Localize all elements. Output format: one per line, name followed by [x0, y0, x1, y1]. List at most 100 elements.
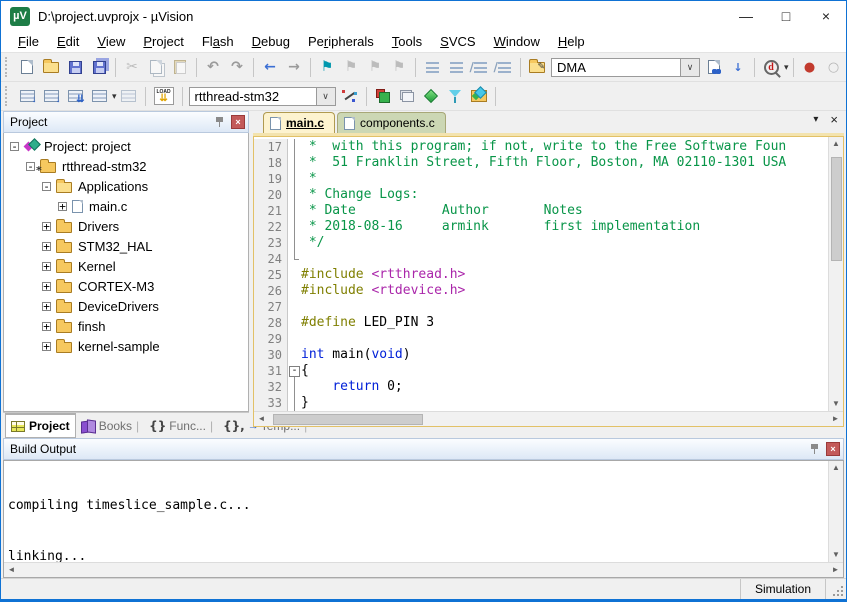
code-view[interactable]: 17 * with this program; if not, write to… [254, 137, 828, 411]
fold-margin[interactable] [288, 267, 301, 283]
tree-item-kernel-sample[interactable]: kernel-sample [4, 336, 248, 356]
scroll-left-icon[interactable]: ◄ [254, 412, 269, 426]
scroll-left-icon[interactable]: ◄ [4, 563, 19, 577]
breakpoint-toggle-button[interactable]: ● [798, 55, 822, 79]
build-output-close-button[interactable]: × [826, 442, 840, 456]
menu-view[interactable]: View [88, 32, 134, 51]
pin-icon[interactable] [809, 443, 820, 455]
toolbar-grip[interactable] [5, 86, 12, 106]
select-packs-button[interactable] [443, 84, 467, 108]
fold-margin[interactable] [288, 315, 301, 331]
expander-icon[interactable] [26, 162, 35, 171]
fold-margin[interactable] [288, 395, 301, 411]
tree-item-main-c[interactable]: main.c [4, 196, 248, 216]
breakpoint-disable-button[interactable]: ○ [822, 55, 846, 79]
menu-svcs[interactable]: SVCS [431, 32, 484, 51]
unindent-button[interactable] [444, 55, 468, 79]
download-button[interactable]: LOAD ⇊ [150, 84, 178, 108]
manage-project-items-button[interactable] [467, 84, 491, 108]
rebuild-button[interactable]: ⇊ [63, 84, 87, 108]
fold-margin[interactable] [288, 235, 301, 251]
search-dropdown-button[interactable]: ∨ [681, 58, 700, 77]
pin-icon[interactable] [214, 116, 225, 128]
tab-project[interactable]: Project [5, 413, 76, 438]
project-panel-close-button[interactable]: × [231, 115, 245, 129]
scroll-up-icon[interactable]: ▲ [829, 137, 844, 151]
menu-flash[interactable]: Flash [193, 32, 243, 51]
navigate-back-button[interactable]: ← [258, 55, 282, 79]
tree-item-kernel[interactable]: Kernel [4, 256, 248, 276]
resize-grip[interactable] [826, 579, 846, 599]
tree-item-applications[interactable]: Applications [4, 176, 248, 196]
tree-item-project-root[interactable]: Project: project [4, 136, 248, 156]
bookmark-clear-button[interactable]: ⚑ [387, 55, 411, 79]
expander-icon[interactable] [42, 182, 51, 191]
tree-item-cortex-m3[interactable]: CORTEX-M3 [4, 276, 248, 296]
maximize-button[interactable]: □ [766, 2, 806, 31]
toolbar-grip[interactable] [5, 57, 12, 77]
translate-button[interactable]: ↓ [15, 84, 39, 108]
scrollbar-thumb[interactable] [273, 414, 423, 425]
build-horizontal-scrollbar[interactable]: ◄ ► [4, 562, 843, 577]
find-button[interactable] [702, 55, 726, 79]
tab-list-button[interactable]: ▾ [813, 114, 818, 125]
bookmark-toggle-button[interactable]: ⚑ [315, 55, 339, 79]
expander-icon[interactable] [42, 302, 51, 311]
menu-file[interactable]: File [9, 32, 48, 51]
fold-margin[interactable] [288, 347, 301, 363]
pack-installer-button[interactable] [419, 84, 443, 108]
stop-build-button[interactable] [117, 84, 141, 108]
search-input[interactable] [551, 58, 681, 77]
menu-project[interactable]: Project [134, 32, 193, 51]
expander-icon[interactable] [42, 242, 51, 251]
fold-margin[interactable] [288, 187, 301, 203]
fold-margin[interactable] [288, 139, 301, 155]
save-button[interactable] [63, 55, 87, 79]
build-button[interactable]: ↓ [39, 84, 63, 108]
debug-session-button[interactable]: d [759, 55, 783, 79]
close-button[interactable]: × [806, 2, 846, 31]
fold-margin[interactable] [288, 283, 301, 299]
tab-books[interactable]: Books| [76, 413, 144, 438]
editor-vertical-scrollbar[interactable]: ▲ ▼ [828, 137, 843, 411]
manage-rte-button[interactable] [371, 84, 395, 108]
new-file-button[interactable] [15, 55, 39, 79]
build-vertical-scrollbar[interactable]: ▲ ▼ [828, 461, 843, 562]
scroll-down-icon[interactable]: ▼ [829, 548, 844, 562]
expander-icon[interactable] [58, 202, 67, 211]
windows-layout-button[interactable] [395, 84, 419, 108]
scroll-up-icon[interactable]: ▲ [829, 461, 844, 475]
uncomment-button[interactable] [492, 55, 516, 79]
tree-item-rtthread-stm32[interactable]: rtthread-stm32 [4, 156, 248, 176]
cut-button[interactable]: ✂ [120, 55, 144, 79]
expander-icon[interactable] [42, 222, 51, 231]
comment-button[interactable] [468, 55, 492, 79]
minimize-button[interactable]: — [726, 2, 766, 31]
menu-debug[interactable]: Debug [243, 32, 299, 51]
expander-icon[interactable] [42, 342, 51, 351]
expander-icon[interactable] [10, 142, 19, 151]
editor-horizontal-scrollbar[interactable]: ◄ ► [254, 411, 843, 426]
bookmark-next-button[interactable]: ⚑ [363, 55, 387, 79]
target-options-button[interactable] [338, 84, 362, 108]
scroll-right-icon[interactable]: ► [828, 412, 843, 426]
save-all-button[interactable] [87, 55, 111, 79]
expander-icon[interactable] [42, 322, 51, 331]
fold-margin[interactable] [288, 251, 301, 267]
menu-peripherals[interactable]: Peripherals [299, 32, 383, 51]
fold-margin[interactable] [288, 379, 301, 395]
target-select-input[interactable] [189, 87, 317, 106]
tree-item-finsh[interactable]: finsh [4, 316, 248, 336]
navigate-forward-button[interactable]: → [282, 55, 306, 79]
fold-margin[interactable] [288, 155, 301, 171]
tree-item-drivers[interactable]: Drivers [4, 216, 248, 236]
fold-margin[interactable] [288, 171, 301, 187]
batch-build-button[interactable] [87, 84, 111, 108]
open-file-button[interactable] [39, 55, 63, 79]
fold-margin[interactable] [288, 331, 301, 347]
fold-margin[interactable] [288, 203, 301, 219]
indent-button[interactable] [420, 55, 444, 79]
paste-button[interactable] [168, 55, 192, 79]
scrollbar-thumb[interactable] [831, 157, 842, 261]
target-dropdown-button[interactable]: ∨ [317, 87, 336, 106]
